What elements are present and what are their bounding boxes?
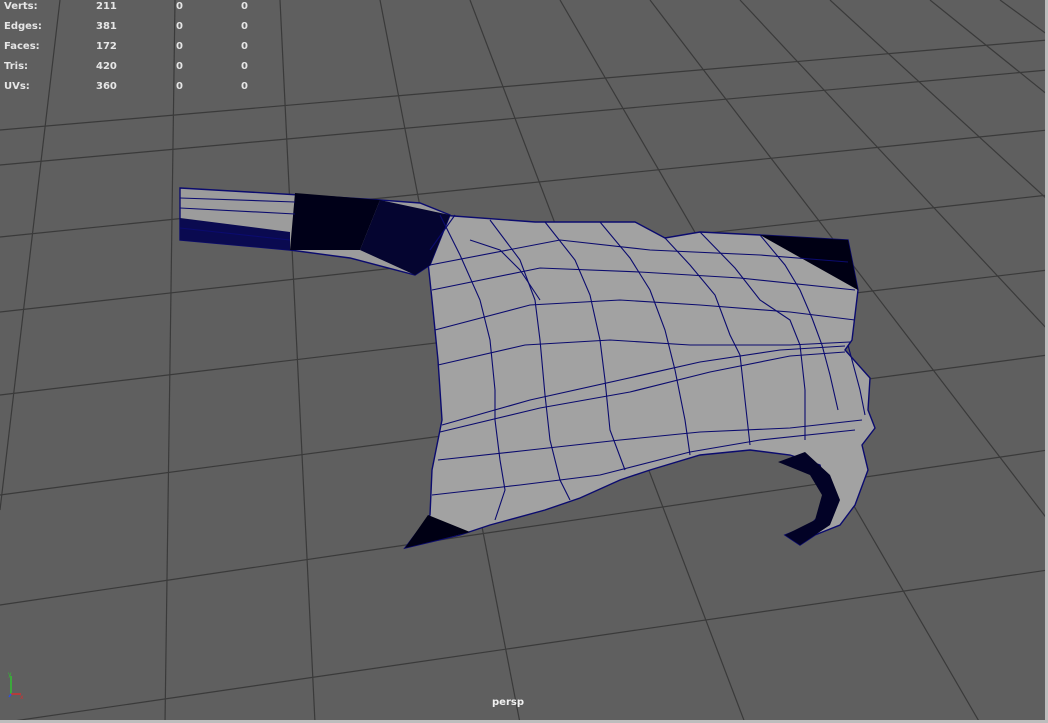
hud-label: Verts: [4,1,38,12]
hud-value: 0 [241,61,248,72]
hud-value: 0 [176,1,183,12]
mesh-object[interactable] [179,187,876,550]
hud-row-faces: Faces: 172 0 0 [4,40,264,60]
hud-value: 0 [176,81,183,92]
hud-row-tris: Tris: 420 0 0 [4,60,264,80]
hud-row-uvs: UVs: 360 0 0 [4,80,264,100]
xyz-axis-icon: y x [8,671,24,700]
hud-value: 0 [241,1,248,12]
hud-value: 360 [96,81,117,92]
svg-text:y: y [8,671,12,678]
hud-value: 0 [241,41,248,52]
hud-label: UVs: [4,81,30,92]
poly-count-hud: Verts: 211 0 0 Edges: 381 0 0 Faces: 172… [4,0,264,100]
scene-canvas[interactable] [0,0,1048,723]
camera-label: persp [492,697,524,708]
hud-value: 0 [241,21,248,32]
hud-row-edges: Edges: 381 0 0 [4,20,264,40]
hud-value: 172 [96,41,117,52]
hud-value: 0 [241,81,248,92]
svg-text:x: x [20,694,24,700]
hud-label: Edges: [4,21,42,32]
hud-value: 420 [96,61,117,72]
hud-value: 0 [176,61,183,72]
hud-value: 381 [96,21,117,32]
perspective-viewport[interactable]: Verts: 211 0 0 Edges: 381 0 0 Faces: 172… [0,0,1048,723]
hud-label: Tris: [4,61,29,72]
hud-value: 0 [176,41,183,52]
hud-value: 211 [96,1,117,12]
hud-value: 0 [176,21,183,32]
hud-row-verts: Verts: 211 0 0 [4,0,264,20]
hud-label: Faces: [4,41,40,52]
